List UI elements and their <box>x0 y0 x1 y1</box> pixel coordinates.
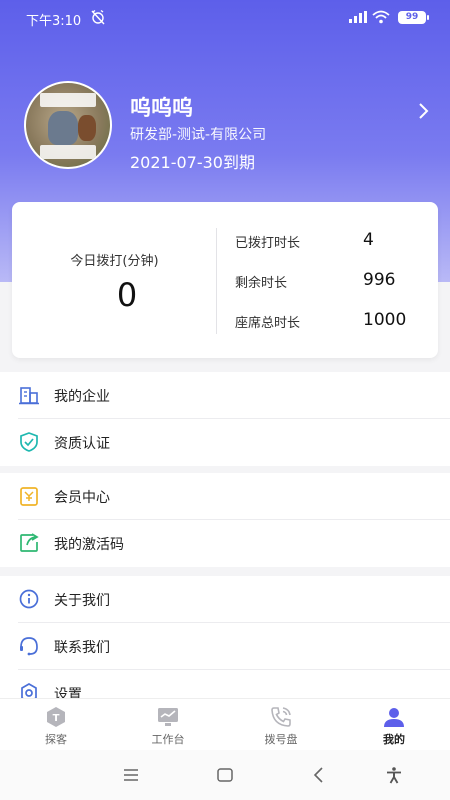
call-stats-card: 今日拨打(分钟) 0 已拨打时长 4 剩余时长 996 座席总时长 1000 <box>12 202 438 358</box>
menu-label: 我的激活码 <box>54 537 124 553</box>
info-icon <box>19 589 39 609</box>
back-icon[interactable] <box>310 766 328 784</box>
phone-icon <box>271 707 291 727</box>
member-card-icon <box>20 487 38 506</box>
menu-label: 我的企业 <box>54 389 110 405</box>
expire-date: 2021-07-30到期 <box>130 153 255 172</box>
stat-value: 996 <box>363 270 396 290</box>
tab-explore[interactable]: T 探客 <box>0 699 112 751</box>
chevron-right-icon[interactable] <box>416 102 430 120</box>
today-calls-label: 今日拨打(分钟) <box>70 254 159 269</box>
shield-check-icon <box>20 432 38 452</box>
status-bar: 下午3:10 99 <box>0 6 450 30</box>
tab-label: 工作台 <box>151 733 185 746</box>
signal-icon <box>349 11 367 23</box>
battery-level: 99 <box>398 11 429 24</box>
menu-label: 联系我们 <box>54 640 110 656</box>
menu-group-membership: 会员中心 我的激活码 <box>0 473 450 567</box>
user-name: 呜呜呜 <box>130 96 193 120</box>
profile-icon <box>384 708 404 727</box>
home-icon[interactable] <box>216 766 234 784</box>
menu-item-activation-code[interactable]: 我的激活码 <box>0 520 450 567</box>
building-icon <box>19 387 39 405</box>
wifi-icon <box>372 10 390 24</box>
stat-value: 4 <box>363 230 374 250</box>
menu-item-my-enterprise[interactable]: 我的企业 <box>0 372 450 419</box>
menu-group-about: 关于我们 联系我们 设置 <box>0 576 450 698</box>
menu-label: 设置 <box>54 687 82 698</box>
stat-row-dialed: 已拨打时长 4 <box>235 230 425 252</box>
avatar[interactable] <box>24 81 112 169</box>
system-nav-bar <box>0 750 450 800</box>
tab-dialpad[interactable]: 拨号盘 <box>225 699 337 751</box>
menu-item-contact-us[interactable]: 联系我们 <box>0 623 450 670</box>
stat-row-remaining: 剩余时长 996 <box>235 270 425 292</box>
menu-label: 关于我们 <box>54 593 110 609</box>
share-code-icon <box>20 533 39 552</box>
user-department: 研发部-测试-有限公司 <box>130 127 267 143</box>
tab-mine[interactable]: 我的 <box>338 699 450 751</box>
stat-value: 1000 <box>363 310 407 330</box>
accessibility-icon[interactable] <box>385 766 403 784</box>
bottom-tab-bar: T 探客 工作台 拨号盘 我的 <box>0 698 450 750</box>
stat-label: 已拨打时长 <box>235 236 301 251</box>
stat-label: 剩余时长 <box>235 276 288 291</box>
menu-item-member-center[interactable]: 会员中心 <box>0 473 450 520</box>
workbench-icon <box>158 708 178 726</box>
tab-label: 拨号盘 <box>264 733 298 746</box>
menu-group-enterprise: 我的企业 资质认证 <box>0 372 450 466</box>
divider <box>216 228 217 334</box>
menu-item-qualification[interactable]: 资质认证 <box>0 419 450 466</box>
headset-icon <box>20 637 38 656</box>
today-calls-value: 0 <box>116 276 138 314</box>
svg-text:T: T <box>53 713 60 724</box>
menu-item-about-us[interactable]: 关于我们 <box>0 576 450 623</box>
menu-label: 资质认证 <box>54 436 110 452</box>
stat-row-total: 座席总时长 1000 <box>235 310 425 332</box>
explore-icon: T <box>47 707 65 727</box>
tab-workbench[interactable]: 工作台 <box>112 699 224 751</box>
stat-label: 座席总时长 <box>235 316 301 331</box>
menu-item-settings[interactable]: 设置 <box>0 670 450 698</box>
status-time: 下午3:10 <box>26 14 82 29</box>
settings-icon <box>21 683 37 698</box>
tab-label: 探客 <box>45 733 67 746</box>
menu-icon[interactable] <box>122 766 140 784</box>
menu-label: 会员中心 <box>54 490 110 506</box>
tab-label: 我的 <box>383 733 405 746</box>
alarm-off-icon <box>91 9 105 25</box>
